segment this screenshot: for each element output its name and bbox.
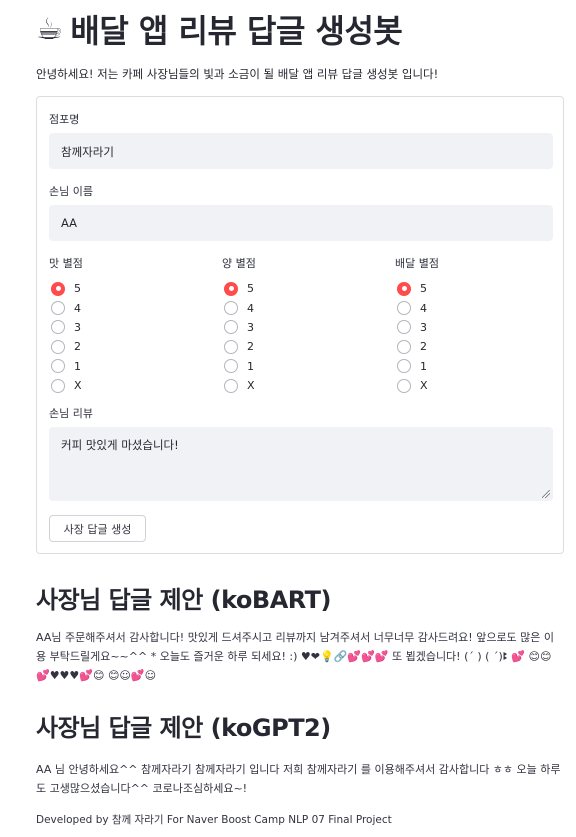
quantity-rating-radio-group: 5 4 3 2 1 X — [224, 279, 255, 395]
customer-name-label: 손님 이름 — [49, 185, 93, 198]
footer-text: Developed by 참께 자라기 For Naver Boost Camp… — [36, 814, 392, 826]
kogpt2-heading: 사장님 답글 제안 (koGPT2) — [36, 714, 331, 742]
radio-option-5[interactable]: 5 — [397, 279, 428, 298]
radio-unselected-icon[interactable] — [51, 320, 65, 335]
radio-selected-icon[interactable] — [224, 281, 238, 296]
radio-option-label: 2 — [247, 340, 254, 354]
radio-option-label: 4 — [247, 301, 254, 315]
radio-option-4[interactable]: 4 — [397, 298, 428, 317]
radio-option-x[interactable]: X — [397, 376, 428, 395]
radio-unselected-icon[interactable] — [51, 339, 65, 354]
taste-rating-label: 맛 별점 — [49, 257, 83, 270]
quantity-rating-label: 양 별점 — [222, 257, 256, 270]
radio-option-label: 2 — [74, 340, 81, 354]
radio-selected-icon[interactable] — [397, 281, 411, 296]
radio-option-label: 1 — [420, 359, 427, 373]
resize-handle-icon[interactable] — [542, 490, 550, 498]
radio-option-label: 5 — [247, 282, 254, 296]
radio-unselected-icon[interactable] — [224, 320, 238, 335]
customer-name-input[interactable]: AA — [49, 205, 553, 241]
radio-option-label: 2 — [420, 340, 427, 354]
kogpt2-reply-text: AA 님 안녕하세요^^ 참께자라기 참께자라기 입니다 저희 참께자라기 를 … — [36, 763, 561, 795]
radio-option-x[interactable]: X — [51, 376, 82, 395]
radio-unselected-icon[interactable] — [397, 339, 411, 354]
radio-option-2[interactable]: 2 — [51, 337, 82, 356]
radio-option-label: 3 — [74, 320, 81, 334]
delivery-rating-radio-group: 5 4 3 2 1 X — [397, 279, 428, 395]
radio-unselected-icon[interactable] — [224, 339, 238, 354]
coffee-icon: ☕ — [36, 11, 63, 47]
radio-option-4[interactable]: 4 — [51, 298, 82, 317]
radio-option-2[interactable]: 2 — [224, 337, 255, 356]
review-textarea[interactable]: 커피 맛있게 마셨습니다! — [49, 427, 553, 501]
radio-option-label: 5 — [420, 282, 427, 296]
kobart-reply-text: AA님 주문해주셔서 감사합니다! 맛있게 드셔주시고 리뷰까지 남겨주셔서 너… — [36, 631, 555, 682]
radio-option-label: X — [420, 379, 428, 393]
radio-unselected-icon[interactable] — [224, 301, 238, 316]
radio-selected-icon[interactable] — [51, 281, 65, 296]
review-text: 커피 맛있게 마셨습니다! — [61, 438, 179, 452]
radio-option-3[interactable]: 3 — [51, 318, 82, 337]
radio-option-5[interactable]: 5 — [224, 279, 255, 298]
radio-option-1[interactable]: 1 — [397, 357, 428, 376]
kobart-heading: 사장님 답글 제안 (koBART) — [36, 586, 332, 614]
radio-unselected-icon[interactable] — [51, 359, 65, 374]
review-label: 손님 리뷰 — [49, 407, 93, 420]
radio-option-label: 3 — [420, 320, 427, 334]
radio-option-1[interactable]: 1 — [224, 357, 255, 376]
store-name-input[interactable]: 참께자라기 — [49, 133, 553, 169]
radio-unselected-icon[interactable] — [51, 301, 65, 316]
page-title: ☕ 배달 앱 리뷰 답글 생성봇 — [36, 6, 403, 52]
radio-option-5[interactable]: 5 — [51, 279, 82, 298]
radio-unselected-icon[interactable] — [397, 359, 411, 374]
radio-option-x[interactable]: X — [224, 376, 255, 395]
delivery-rating-label: 배달 별점 — [395, 257, 439, 270]
radio-option-label: 3 — [247, 320, 254, 334]
radio-unselected-icon[interactable] — [397, 320, 411, 335]
radio-option-label: 4 — [420, 301, 427, 315]
review-form: 점포명 참께자라기 손님 이름 AA 맛 별점 양 별점 배달 별점 5 4 3 2 1… — [36, 96, 564, 554]
radio-option-label: 1 — [247, 359, 254, 373]
radio-option-label: 4 — [74, 301, 81, 315]
generate-reply-button[interactable]: 사장 답글 생성 — [49, 515, 146, 542]
radio-option-3[interactable]: 3 — [224, 318, 255, 337]
radio-unselected-icon[interactable] — [224, 359, 238, 374]
radio-option-4[interactable]: 4 — [224, 298, 255, 317]
taste-rating-radio-group: 5 4 3 2 1 X — [51, 279, 82, 395]
radio-option-3[interactable]: 3 — [397, 318, 428, 337]
radio-unselected-icon[interactable] — [397, 378, 411, 393]
radio-option-label: X — [74, 379, 82, 393]
radio-unselected-icon[interactable] — [224, 378, 238, 393]
intro-text: 안녕하세요! 저는 카페 사장님들의 빛과 소금이 될 배달 앱 리뷰 답글 생… — [36, 67, 439, 81]
radio-option-2[interactable]: 2 — [397, 337, 428, 356]
page-title-text: 배달 앱 리뷰 답글 생성봇 — [70, 12, 403, 50]
store-name-label: 점포명 — [49, 113, 80, 126]
radio-option-1[interactable]: 1 — [51, 357, 82, 376]
radio-unselected-icon[interactable] — [51, 378, 65, 393]
radio-option-label: X — [247, 379, 255, 393]
radio-option-label: 5 — [74, 282, 81, 296]
radio-option-label: 1 — [74, 359, 81, 373]
radio-unselected-icon[interactable] — [397, 301, 411, 316]
